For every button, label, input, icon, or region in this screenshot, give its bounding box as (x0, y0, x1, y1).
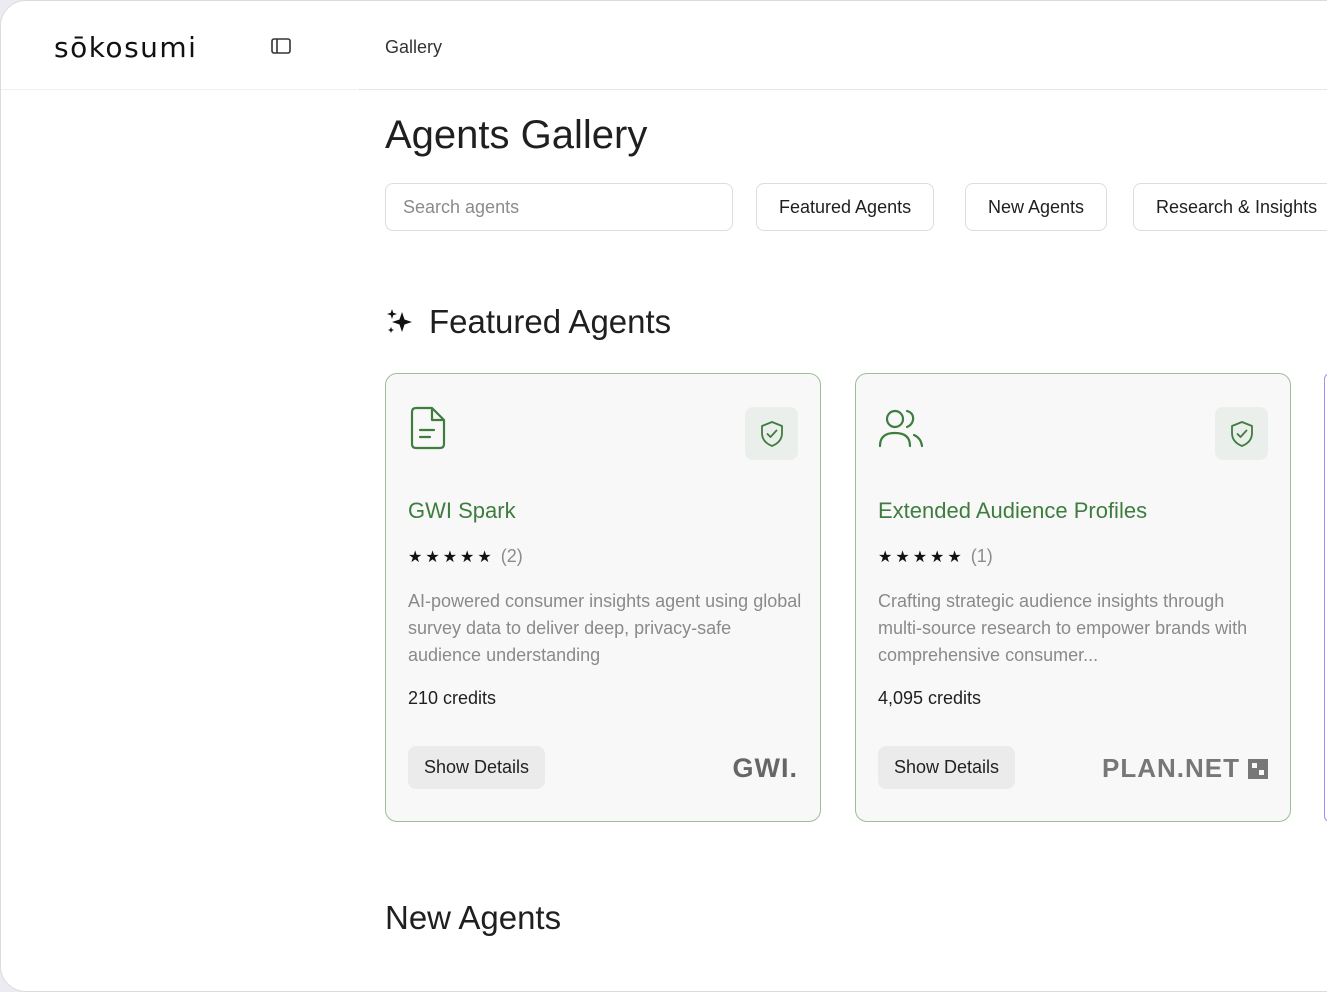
search-input[interactable] (385, 183, 733, 231)
featured-section-title: Featured Agents (385, 303, 671, 341)
plan-net-mark-icon (1248, 758, 1268, 779)
agent-credits: 210 credits (408, 688, 497, 708)
sidebar-toggle-icon[interactable] (271, 38, 291, 54)
app-window: sōkosumi Gallery Agents Gallery Featured… (0, 0, 1327, 992)
new-agents-section-title: New Agents (385, 899, 562, 936)
breadcrumb[interactable]: Gallery (385, 37, 442, 58)
sparkles-icon (387, 309, 412, 333)
filter-new-agents[interactable]: New Agents (965, 183, 1108, 231)
brand-logo-gwi: GWI. (733, 753, 799, 784)
brand-name: GWI. (732, 753, 798, 783)
verified-badge (1215, 407, 1268, 460)
agent-rating: ★★★★★ (2) (408, 546, 523, 567)
sidebar-header: sōkosumi (1, 1, 357, 90)
agent-title[interactable]: Extended Audience Profiles (878, 498, 1147, 524)
top-bar: Gallery (358, 1, 1327, 90)
agent-card-gwi-spark[interactable]: GWI Spark ★★★★★ (2) AI-powered consumer … (385, 373, 821, 822)
brand-name: PLAN.NET (1102, 753, 1240, 783)
verified-badge (745, 407, 798, 460)
agent-rating: ★★★★★ (1) (878, 546, 993, 567)
document-icon (410, 406, 446, 450)
shield-check-icon (1230, 420, 1253, 447)
agent-title[interactable]: GWI Spark (408, 498, 516, 524)
featured-section-label: Featured Agents (429, 303, 672, 340)
agent-card-extended-audience-profiles[interactable]: Extended Audience Profiles ★★★★★ (1) Cra… (855, 373, 1291, 822)
page-title: Agents Gallery (385, 113, 648, 157)
show-details-button[interactable]: Show Details (408, 746, 546, 789)
filter-research-insights[interactable]: Research & Insights (1133, 183, 1327, 231)
agent-description: AI-powered consumer insights agent using… (408, 591, 802, 665)
app-logo[interactable]: sōkosumi (54, 31, 197, 64)
agent-credits: 4,095 credits (878, 688, 982, 708)
users-icon (878, 409, 924, 448)
star-rating-icons: ★★★★★ (408, 548, 495, 566)
star-rating-icons: ★★★★★ (878, 548, 965, 566)
show-details-button[interactable]: Show Details (878, 746, 1016, 789)
filter-featured-agents[interactable]: Featured Agents (756, 183, 935, 231)
rating-count: (1) (970, 546, 993, 566)
brand-logo-plan-net: PLAN.NET (1102, 753, 1268, 784)
rating-count: (2) (500, 546, 523, 566)
shield-check-icon (760, 420, 783, 447)
agent-description: Crafting strategic audience insights thr… (878, 591, 1248, 665)
